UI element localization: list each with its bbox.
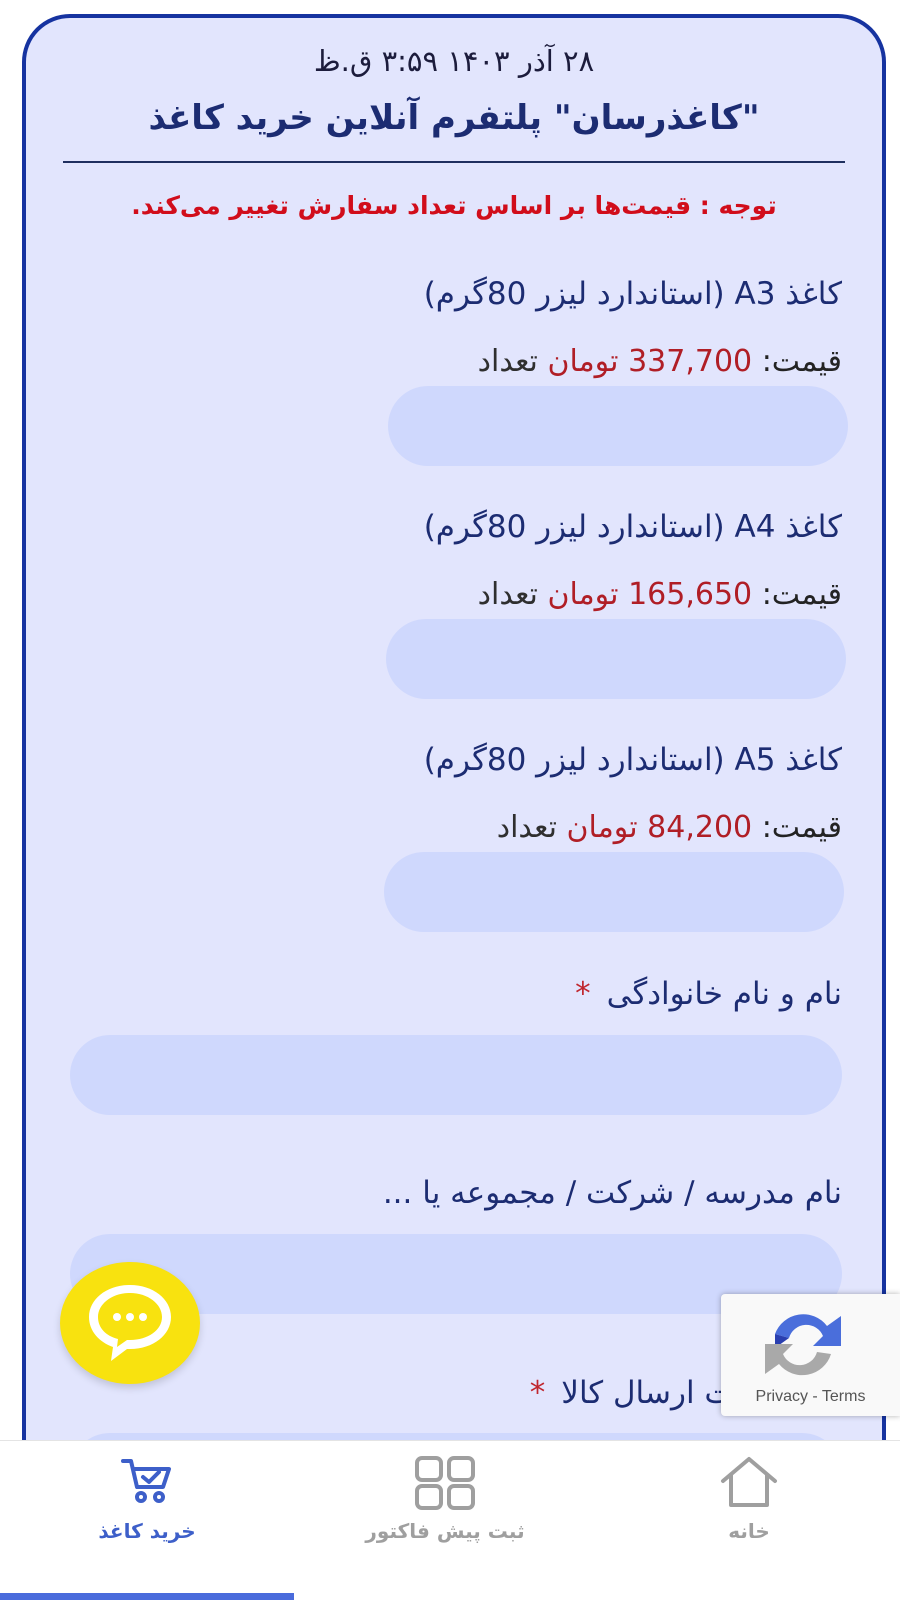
nav-item-proforma-invoice[interactable]: ثبت پیش فاکتور	[298, 1441, 592, 1600]
recaptcha-links: Privacy - Terms	[721, 1388, 900, 1406]
price-label: قیمت:	[761, 577, 842, 612]
full-name-label: نام و نام خانوادگی *	[575, 976, 842, 1012]
shopping-cart-icon	[121, 1459, 171, 1503]
required-mark: *	[529, 1375, 546, 1411]
currency-label: تومان	[547, 577, 619, 612]
required-mark: *	[575, 976, 591, 1012]
title-divider	[63, 161, 845, 163]
currency-label: تومان	[547, 344, 619, 379]
currency-label: تومان	[566, 810, 638, 845]
product-name-a4: کاغذ A4 (استاندارد لیزر 80گرم)	[423, 509, 842, 545]
recaptcha-logo-icon	[765, 1314, 841, 1376]
nav-label-buy-paper: خرید کاغذ	[98, 1519, 196, 1543]
price-label: قیمت:	[761, 810, 842, 845]
organization-label: نام مدرسه / شرکت / مجموعه یا ...	[382, 1175, 842, 1211]
grid-icon	[415, 1456, 475, 1510]
price-value-a5: 84,200	[647, 810, 753, 845]
date-time: ۲۸ آذر ۱۴۰۳ ۳:۵۹ ق.ظ	[313, 44, 595, 78]
price-notice: توجه : قیمت‌ها بر اساس تعداد سفارش تغییر…	[131, 191, 777, 220]
product-name-a5: کاغذ A5 (استاندارد لیزر 80گرم)	[423, 742, 842, 778]
price-label: قیمت:	[761, 344, 842, 379]
chat-bubble-icon	[89, 1285, 171, 1361]
home-icon	[721, 1457, 777, 1507]
price-line-a4: قیمت: 165,650 تومان تعداد	[478, 577, 842, 612]
terms-link[interactable]: Terms	[822, 1388, 866, 1405]
nav-label-home: خانه	[728, 1519, 770, 1543]
product-name-a3: کاغذ A3 (استاندارد لیزر 80گرم)	[423, 276, 842, 312]
quantity-label: تعداد	[477, 577, 538, 612]
link-separator: -	[807, 1388, 822, 1405]
price-value-a3: 337,700	[628, 344, 753, 379]
quantity-label: تعداد	[496, 810, 557, 845]
full-name-label-text: نام و نام خانوادگی	[606, 976, 842, 1012]
nav-label-proforma-invoice: ثبت پیش فاکتور	[365, 1519, 525, 1543]
active-tab-indicator	[0, 1593, 294, 1600]
full-name-input[interactable]	[70, 1035, 842, 1115]
bottom-navigation: خرید کاغذ ثبت پیش فاکتور خانه	[0, 1440, 900, 1600]
quantity-label: تعداد	[477, 344, 538, 379]
nav-item-home[interactable]: خانه	[602, 1441, 896, 1600]
chat-button[interactable]	[60, 1262, 200, 1384]
page: ۲۸ آذر ۱۴۰۳ ۳:۵۹ ق.ظ "کاغذرسان" پلتفرم آ…	[0, 0, 900, 1600]
price-line-a5: قیمت: 84,200 تومان تعداد	[497, 810, 842, 845]
privacy-link[interactable]: Privacy	[756, 1388, 808, 1405]
price-value-a4: 165,650	[628, 577, 753, 612]
quantity-input-a4[interactable]	[386, 619, 846, 699]
nav-item-buy-paper[interactable]: خرید کاغذ	[0, 1441, 294, 1600]
page-title: "کاغذرسان" پلتفرم آنلاین خرید کاغذ	[148, 98, 760, 138]
quantity-input-a5[interactable]	[384, 852, 844, 932]
recaptcha-badge[interactable]: Privacy - Terms	[721, 1294, 900, 1416]
quantity-input-a3[interactable]	[388, 386, 848, 466]
price-line-a3: قیمت: 337,700 تومان تعداد	[478, 344, 842, 379]
